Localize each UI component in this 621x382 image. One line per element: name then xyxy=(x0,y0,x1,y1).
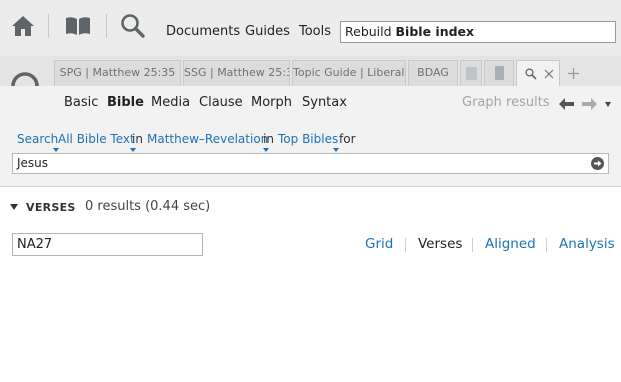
for-label: for xyxy=(339,132,356,146)
in-label: in xyxy=(132,132,143,146)
view-analysis[interactable]: Analysis xyxy=(559,236,615,252)
view-separator xyxy=(546,238,547,252)
toolbar-separator xyxy=(106,14,107,38)
scope-dropdown[interactable]: All Bible Text xyxy=(58,132,136,152)
in-label: in xyxy=(263,132,274,146)
document-icon xyxy=(466,67,477,80)
scope-label: All Bible Text xyxy=(58,132,135,146)
range-label: Matthew–Revelation xyxy=(147,132,269,146)
command-text-bold: Bible index xyxy=(395,24,475,39)
mode-clause[interactable]: Clause xyxy=(199,95,243,110)
range-dropdown[interactable]: Matthew–Revelation xyxy=(147,132,270,152)
toolbar-separator xyxy=(48,14,49,38)
back-arrow-icon[interactable] xyxy=(559,98,574,110)
magnifier-icon[interactable] xyxy=(120,13,146,39)
documents-menu[interactable]: Documents xyxy=(166,24,240,39)
app-toolbar: Documents Guides Tools Rebuild Bible ind… xyxy=(0,0,621,56)
search-query-text: Jesus xyxy=(17,156,49,170)
version-value: NA27 xyxy=(17,237,53,252)
collapse-triangle-icon[interactable] xyxy=(10,204,18,210)
view-separator xyxy=(472,238,473,252)
tab-spg[interactable]: SPG | Matthew 25:35 xyxy=(54,60,181,86)
tab-strip: SPG | Matthew 25:35 SSG | Matthew 25:35 … xyxy=(0,56,621,87)
open-book-icon[interactable] xyxy=(64,15,92,37)
tab-topic-guide[interactable]: Topic Guide | Liberality xyxy=(292,60,406,86)
forward-arrow-icon[interactable] xyxy=(582,98,597,110)
resources-dropdown[interactable]: Top Bibles xyxy=(278,132,340,152)
view-aligned[interactable]: Aligned xyxy=(485,236,536,252)
version-input[interactable]: NA27 xyxy=(12,233,203,256)
result-count: 0 results (0.44 sec) xyxy=(85,199,211,214)
command-box[interactable]: Rebuild Bible index xyxy=(340,21,616,43)
view-separator xyxy=(405,238,406,252)
close-tab-icon[interactable] xyxy=(544,69,554,79)
query-area: Search All Bible Text in Matthew–Revelat… xyxy=(0,120,621,187)
verses-section-label: VERSES xyxy=(26,201,76,214)
search-mode-bar: Basic Bible Media Clause Morph Syntax Gr… xyxy=(0,86,621,121)
mode-morph[interactable]: Morph xyxy=(251,95,292,110)
chevron-down-icon xyxy=(53,148,60,152)
mode-basic[interactable]: Basic xyxy=(64,95,98,110)
resources-label: Top Bibles xyxy=(278,132,339,146)
tab-search-icon xyxy=(525,68,537,80)
tab-ssg[interactable]: SSG | Matthew 25:35 xyxy=(183,60,290,86)
chevron-down-icon xyxy=(129,148,136,152)
chevron-down-icon xyxy=(333,148,340,152)
mode-media[interactable]: Media xyxy=(151,95,190,110)
tab-bdag[interactable]: BDAG xyxy=(408,60,458,86)
search-kind-dropdown[interactable]: Search xyxy=(17,132,60,152)
go-arrow-icon[interactable] xyxy=(591,157,604,170)
tab-document[interactable] xyxy=(460,60,482,86)
view-verses[interactable]: Verses xyxy=(418,236,462,252)
command-text: Rebuild xyxy=(345,24,396,39)
guides-menu[interactable]: Guides xyxy=(245,24,290,39)
search-kind-label: Search xyxy=(17,132,59,146)
mode-bible[interactable]: Bible xyxy=(107,95,144,110)
view-grid[interactable]: Grid xyxy=(365,236,393,252)
tools-menu[interactable]: Tools xyxy=(299,24,331,39)
new-tab-plus-icon[interactable] xyxy=(568,68,579,79)
tab-search-active[interactable] xyxy=(516,60,560,86)
chevron-down-icon xyxy=(263,148,270,152)
panel-icon xyxy=(495,66,504,80)
graph-results-button[interactable]: Graph results xyxy=(462,95,550,110)
search-query-input[interactable]: Jesus xyxy=(12,153,609,174)
mode-syntax[interactable]: Syntax xyxy=(302,95,347,110)
history-dropdown-icon[interactable] xyxy=(605,102,611,107)
home-icon[interactable] xyxy=(10,14,36,38)
tab-panel[interactable] xyxy=(484,60,514,86)
